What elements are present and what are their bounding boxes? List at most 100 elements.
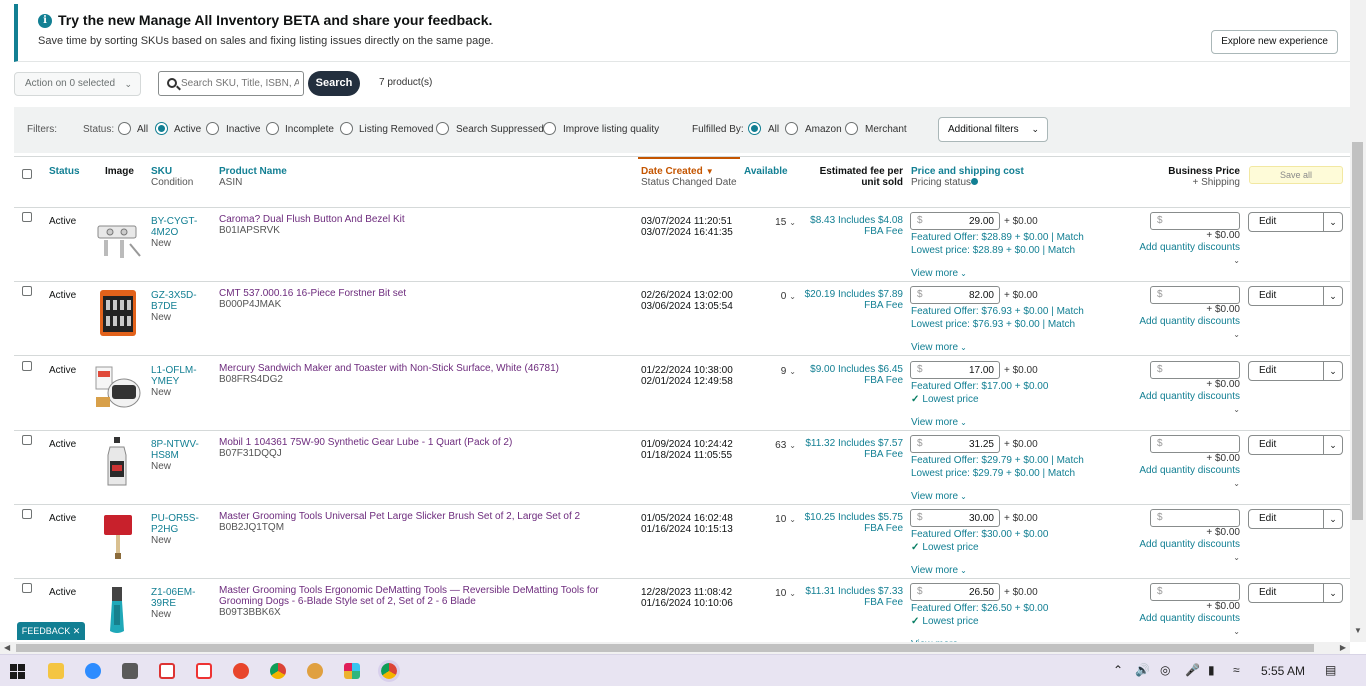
calculator-icon[interactable] <box>122 663 138 679</box>
price-input[interactable]: $31.25 <box>910 435 1000 453</box>
app-icon-bear[interactable] <box>307 663 323 679</box>
row-sku[interactable]: 8P-NTWV- HS8M New <box>151 439 201 472</box>
edit-button[interactable]: Edit <box>1248 212 1324 232</box>
status-option-inactive[interactable]: Inactive <box>226 124 260 135</box>
chevron-down-icon[interactable]: ⌄ <box>1132 404 1240 415</box>
view-more-link[interactable]: View more⌄ <box>911 268 967 279</box>
view-more-link[interactable]: View more⌄ <box>911 491 967 502</box>
horizontal-scroll-thumb[interactable] <box>16 644 1314 652</box>
feedback-button[interactable]: FEEDBACK ✕ <box>17 622 85 640</box>
product-image[interactable] <box>94 511 142 561</box>
header-status[interactable]: Status <box>49 166 80 177</box>
status-radio-listing-removed[interactable] <box>340 122 353 135</box>
scroll-down-arrow-icon[interactable]: ▼ <box>1354 626 1362 635</box>
fulfilled-option-all[interactable]: All <box>768 124 779 135</box>
status-option-incomplete[interactable]: Incomplete <box>285 124 334 135</box>
product-title-link[interactable]: Mobil 1 104361 75W-90 Synthetic Gear Lub… <box>219 437 512 448</box>
price-input[interactable]: $30.00 <box>910 509 1000 527</box>
business-price-input[interactable]: $ <box>1150 583 1240 601</box>
featured-offer[interactable]: Featured Offer: $17.00 + $0.00 <box>911 381 1151 392</box>
row-estimated-fee[interactable]: $8.43 Includes $4.08 FBA Fee <box>800 215 903 237</box>
edit-dropdown-chevron-icon[interactable]: ⌄ <box>1323 361 1343 381</box>
status-option-search-suppressed[interactable]: Search Suppressed <box>456 124 544 135</box>
volume-icon[interactable]: 🔊 <box>1135 663 1150 677</box>
product-image[interactable] <box>94 437 142 487</box>
view-more-link[interactable]: View more⌄ <box>911 342 967 353</box>
fulfilled-radio-merchant[interactable] <box>845 122 858 135</box>
windows-start-icon[interactable] <box>10 664 25 679</box>
edit-button[interactable]: Edit <box>1248 509 1324 529</box>
search-field[interactable] <box>158 71 304 96</box>
fulfilled-radio-all[interactable] <box>748 122 761 135</box>
row-available[interactable]: 9 ⌄ <box>740 366 796 377</box>
edit-dropdown-chevron-icon[interactable]: ⌄ <box>1323 212 1343 232</box>
edit-dropdown-chevron-icon[interactable]: ⌄ <box>1323 286 1343 306</box>
chrome-icon[interactable] <box>270 663 286 679</box>
edit-dropdown-chevron-icon[interactable]: ⌄ <box>1323 435 1343 455</box>
fulfilled-option-merchant[interactable]: Merchant <box>865 124 907 135</box>
status-option-listing-removed[interactable]: Listing Removed <box>359 124 433 135</box>
view-more-link[interactable]: View more⌄ <box>911 417 967 428</box>
product-image[interactable] <box>94 214 142 264</box>
row-select-checkbox[interactable] <box>22 509 32 519</box>
battery-icon[interactable]: ▮ <box>1208 663 1215 677</box>
business-price-input[interactable]: $ <box>1150 212 1240 230</box>
edit-dropdown-chevron-icon[interactable]: ⌄ <box>1323 583 1343 603</box>
row-estimated-fee[interactable]: $9.00 Includes $6.45 FBA Fee <box>800 364 903 386</box>
status-option-all[interactable]: All <box>137 124 148 135</box>
lowest-price[interactable]: Lowest price: $76.93 + $0.00 | Match <box>911 319 1151 330</box>
featured-offer[interactable]: Featured Offer: $29.79 + $0.00 | Match <box>911 455 1151 466</box>
row-select-checkbox[interactable] <box>22 212 32 222</box>
vertical-scrollbar[interactable]: ▼ <box>1350 0 1366 642</box>
business-price-input[interactable]: $ <box>1150 361 1240 379</box>
chrome-active-icon[interactable] <box>378 660 400 682</box>
status-radio-all[interactable] <box>118 122 131 135</box>
chevron-down-icon[interactable]: ⌄ <box>1132 626 1240 637</box>
fulfilled-option-amazon[interactable]: Amazon <box>805 124 842 135</box>
zoom-icon[interactable] <box>85 663 101 679</box>
select-all-checkbox[interactable] <box>22 169 32 179</box>
status-radio-active[interactable] <box>155 122 168 135</box>
chevron-down-icon[interactable]: ⌄ <box>1132 552 1240 563</box>
product-title-link[interactable]: Mercury Sandwich Maker and Toaster with … <box>219 363 559 374</box>
additional-filters-dropdown[interactable]: Additional filters ⌄ <box>938 117 1048 142</box>
status-option-active[interactable]: Active <box>174 124 201 135</box>
add-quantity-discounts-link[interactable]: Add quantity discounts <box>1132 613 1240 624</box>
price-input[interactable]: $82.00 <box>910 286 1000 304</box>
featured-offer[interactable]: Featured Offer: $28.89 + $0.00 | Match <box>911 232 1151 243</box>
horizontal-scrollbar[interactable]: ◀ ▶ <box>0 642 1350 654</box>
row-estimated-fee[interactable]: $20.19 Includes $7.89 FBA Fee <box>800 289 903 311</box>
bulk-action-dropdown[interactable]: Action on 0 selected ⌄ <box>14 72 141 96</box>
row-estimated-fee[interactable]: $11.31 Includes $7.33 FBA Fee <box>800 586 903 608</box>
status-radio-inactive[interactable] <box>206 122 219 135</box>
product-title-link[interactable]: Master Grooming Tools Universal Pet Larg… <box>219 511 580 522</box>
status-radio-incomplete[interactable] <box>266 122 279 135</box>
scroll-left-arrow-icon[interactable]: ◀ <box>4 643 10 652</box>
chevron-down-icon[interactable]: ⌄ <box>1132 478 1240 489</box>
status-radio-improve-quality[interactable] <box>543 122 556 135</box>
product-image[interactable] <box>94 288 142 338</box>
tray-overflow-icon[interactable]: ⌃ <box>1113 663 1123 677</box>
info-icon[interactable] <box>971 178 979 185</box>
header-product-name[interactable]: Product Name ASIN <box>219 166 287 188</box>
price-input[interactable]: $26.50 <box>910 583 1000 601</box>
add-quantity-discounts-link[interactable]: Add quantity discounts <box>1132 465 1240 476</box>
row-select-checkbox[interactable] <box>22 286 32 296</box>
product-title-link[interactable]: CMT 537.000.16 16-Piece Forstner Bit set <box>219 288 406 299</box>
price-input[interactable]: $17.00 <box>910 361 1000 379</box>
product-image[interactable] <box>94 363 142 413</box>
view-more-link[interactable]: View more⌄ <box>911 565 967 576</box>
featured-offer[interactable]: Featured Offer: $76.93 + $0.00 | Match <box>911 306 1151 317</box>
wifi-icon[interactable]: ≈ <box>1233 663 1240 677</box>
row-available[interactable]: 10 ⌄ <box>740 588 796 599</box>
edit-button[interactable]: Edit <box>1248 583 1324 603</box>
row-select-checkbox[interactable] <box>22 435 32 445</box>
scroll-right-arrow-icon[interactable]: ▶ <box>1340 643 1346 652</box>
add-quantity-discounts-link[interactable]: Add quantity discounts <box>1132 242 1240 253</box>
notifications-icon[interactable]: ▤ <box>1325 663 1336 677</box>
save-all-button[interactable]: Save all <box>1249 166 1343 184</box>
header-available[interactable]: Available <box>744 166 788 177</box>
row-available[interactable]: 63 ⌄ <box>740 440 796 451</box>
add-quantity-discounts-link[interactable]: Add quantity discounts <box>1132 316 1240 327</box>
search-input[interactable] <box>181 75 299 92</box>
